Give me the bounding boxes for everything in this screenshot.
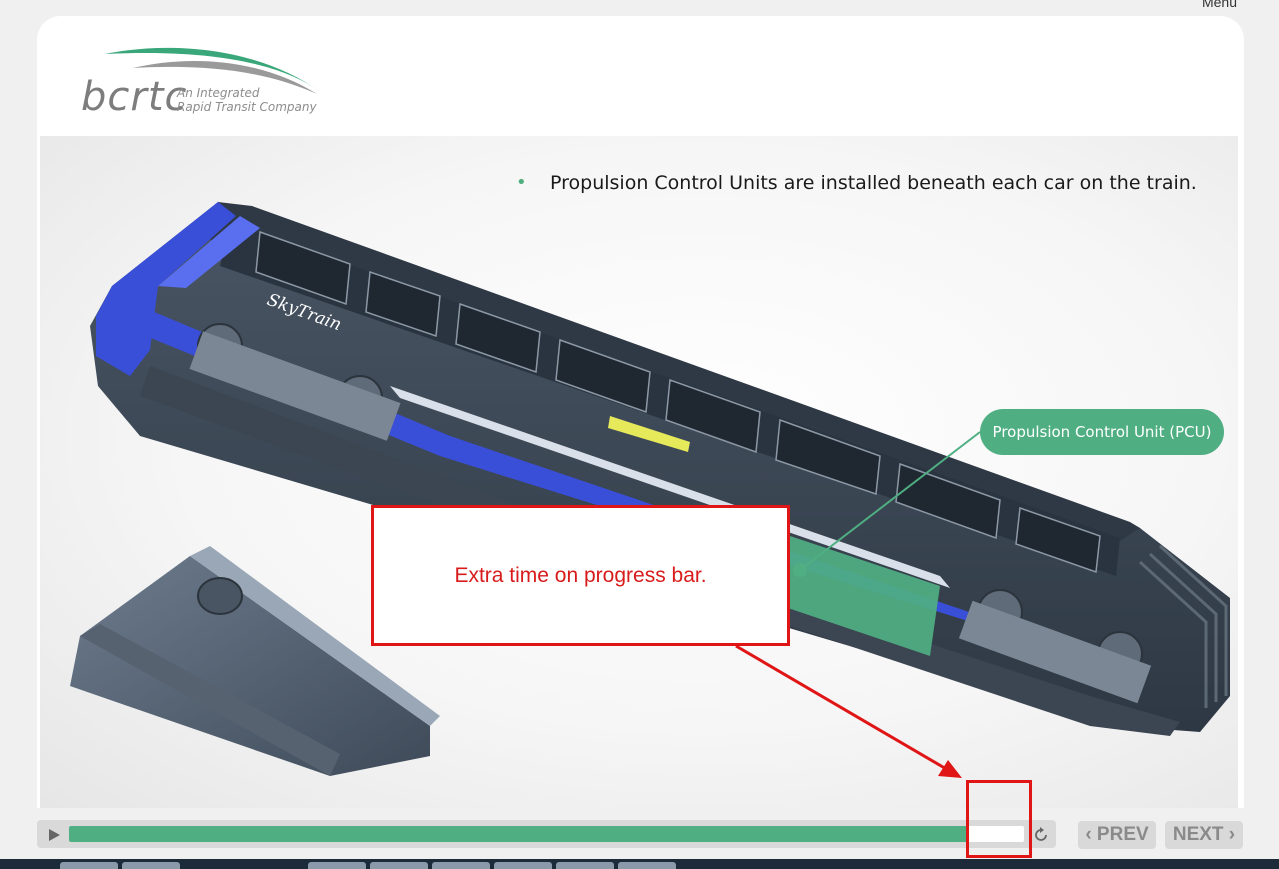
annotation-box: Extra time on progress bar.	[371, 505, 790, 646]
prev-button[interactable]: ‹ PREV	[1078, 821, 1156, 849]
taskbar-app-icon[interactable]	[60, 862, 118, 869]
taskbar-app-icon[interactable]	[494, 862, 552, 869]
play-icon[interactable]	[45, 827, 63, 843]
logo-wordmark: bcrtc	[81, 74, 188, 120]
taskbar-app-icon[interactable]	[122, 862, 180, 869]
annotation-highlight-box	[966, 780, 1032, 858]
taskbar-app-icon[interactable]	[618, 862, 676, 869]
skytrain-illustration: SkyTrain	[70, 202, 1230, 776]
slide-header: bcrtc An Integrated Rapid Transit Compan…	[37, 16, 1244, 136]
taskbar-app-icon[interactable]	[308, 862, 366, 869]
progress-track	[37, 820, 1056, 848]
progress-bar[interactable]	[69, 826, 1024, 842]
annotation-text: Extra time on progress bar.	[454, 564, 707, 587]
pcu-callout: Propulsion Control Unit (PCU)	[980, 409, 1224, 455]
taskbar-app-icon[interactable]	[432, 862, 490, 869]
taskbar-app-icon[interactable]	[556, 862, 614, 869]
bullet-text: Propulsion Control Units are installed b…	[550, 172, 1197, 194]
next-button[interactable]: NEXT ›	[1165, 821, 1243, 849]
slide-stage: SkyTrain • Propulsion Control Units are …	[40, 136, 1238, 808]
logo-tagline-2: Rapid Transit Company	[177, 100, 317, 114]
taskbar-app-icon[interactable]	[370, 862, 428, 869]
player-controls: ‹ PREV NEXT ›	[37, 819, 1244, 849]
bullet-dot-icon: •	[516, 172, 527, 193]
progress-fill	[69, 826, 967, 842]
slide-bullet: • Propulsion Control Units are installed…	[516, 172, 1197, 194]
menu-link[interactable]: Menu	[1202, 0, 1237, 10]
logo-tagline-1: An Integrated	[177, 86, 260, 100]
bcrtc-logo: bcrtc An Integrated Rapid Transit Compan…	[81, 46, 331, 121]
slide-frame: bcrtc An Integrated Rapid Transit Compan…	[37, 16, 1244, 808]
replay-icon[interactable]	[1032, 826, 1050, 844]
